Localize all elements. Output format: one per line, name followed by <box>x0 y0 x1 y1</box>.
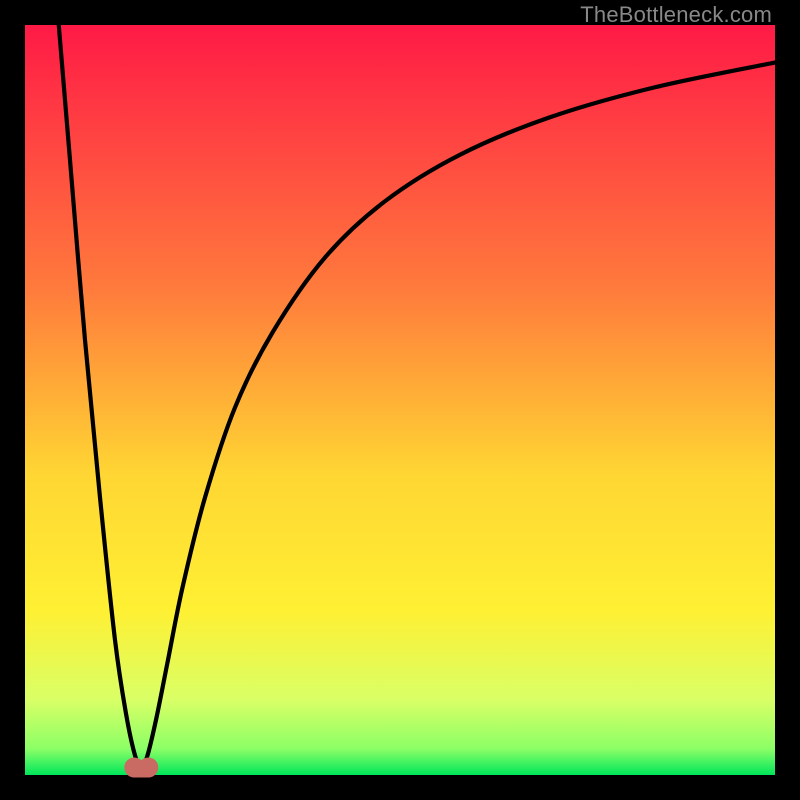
gradient-background <box>25 25 775 775</box>
watermark-label: TheBottleneck.com <box>580 2 772 28</box>
chart-frame <box>25 25 775 775</box>
bottleneck-chart <box>25 25 775 787</box>
minimum-marker-icon <box>124 758 158 778</box>
